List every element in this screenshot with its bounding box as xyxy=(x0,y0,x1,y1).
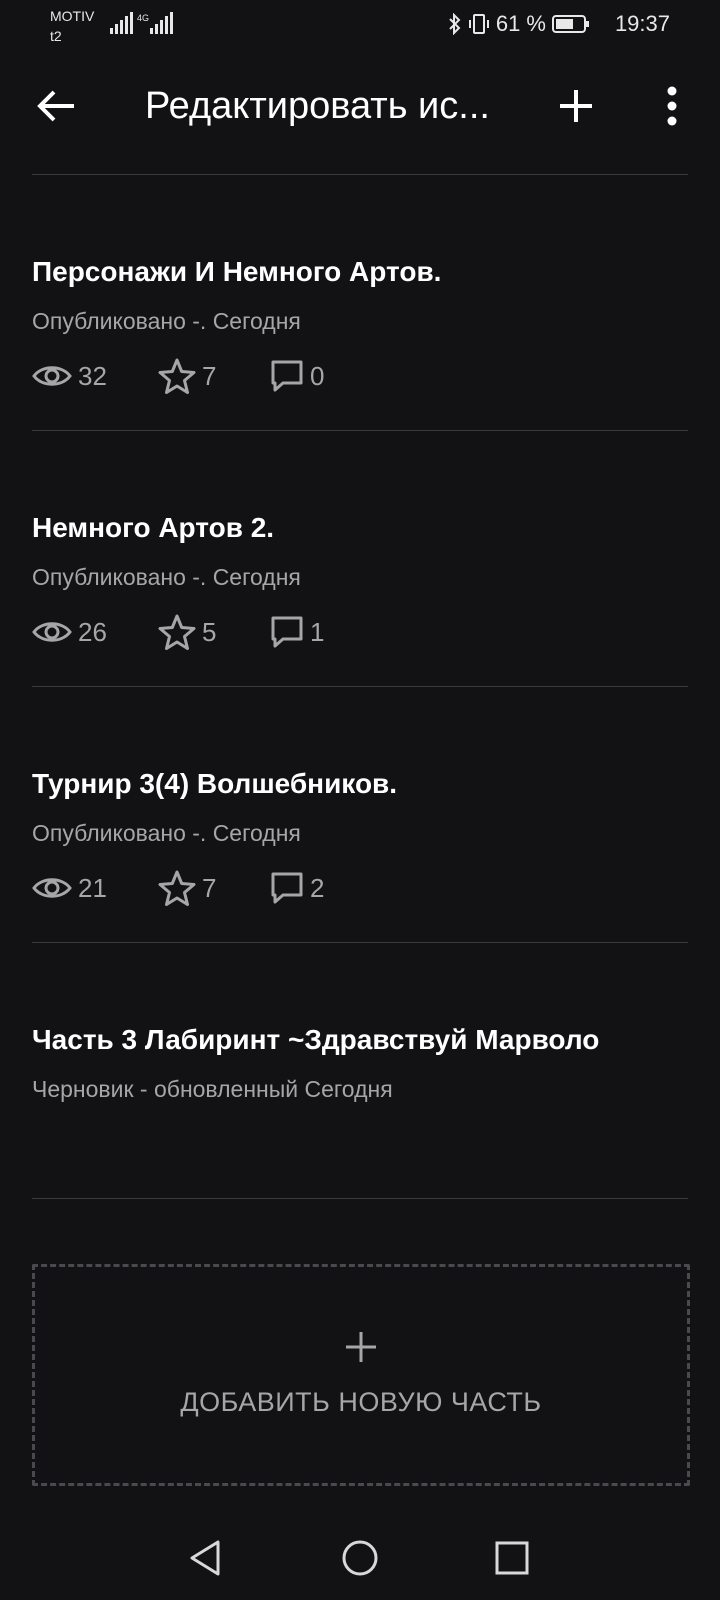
views-stat: 32 xyxy=(32,356,107,396)
part-item[interactable]: Персонажи И Немного Артов. Опубликовано … xyxy=(32,254,688,396)
star-icon xyxy=(158,358,196,394)
part-item[interactable]: Турнир 3(4) Волшебников. Опубликовано -.… xyxy=(32,766,688,908)
part-status: Опубликовано -. Сегодня xyxy=(32,564,301,590)
triangle-back-icon[interactable] xyxy=(182,1534,230,1582)
signal-icon: 4G xyxy=(110,12,173,34)
comments-stat: 1 xyxy=(270,612,324,652)
part-stats: 26 5 1 xyxy=(32,612,688,652)
comments-count: 1 xyxy=(310,616,325,647)
part-item[interactable]: Немного Артов 2. Опубликовано -. Сегодня… xyxy=(32,510,688,652)
divider xyxy=(32,174,688,175)
bluetooth-icon xyxy=(449,13,461,35)
comment-icon xyxy=(271,360,303,392)
comments-stat: 2 xyxy=(270,868,324,908)
circle-home-icon[interactable] xyxy=(336,1534,384,1582)
square-recents-icon[interactable] xyxy=(488,1534,536,1582)
part-stats: 32 7 0 xyxy=(32,356,688,396)
vibrate-icon xyxy=(468,14,489,34)
part-title: Турнир 3(4) Волшебников. xyxy=(32,768,398,799)
star-icon xyxy=(158,614,196,650)
arrow-back-icon[interactable] xyxy=(32,82,80,130)
carrier-name: MOTIV xyxy=(50,8,95,24)
votes-stat: 7 xyxy=(158,356,216,396)
part-stats: 21 7 2 xyxy=(32,868,688,908)
part-status: Опубликовано -. Сегодня xyxy=(32,820,301,846)
system-navigation-bar xyxy=(0,1520,720,1600)
status-bar: MOTIV t2 4G 61 % 19:37 xyxy=(0,0,720,48)
part-title: Часть 3 Лабиринт ~Здравствуй Марволо xyxy=(32,1024,600,1055)
toolbar: Редактировать ис... xyxy=(0,60,720,152)
eye-icon xyxy=(32,878,72,898)
eye-icon xyxy=(32,622,72,642)
views-count: 32 xyxy=(78,360,107,391)
more-vertical-icon[interactable] xyxy=(652,82,692,130)
comments-count: 0 xyxy=(310,360,325,391)
add-new-part-label: ДОБАВИТЬ НОВУЮ ЧАСТЬ xyxy=(180,1387,542,1417)
part-title: Персонажи И Немного Артов. xyxy=(32,256,442,287)
comment-icon xyxy=(271,616,303,648)
comments-count: 2 xyxy=(310,872,325,903)
status-icons: 61 % xyxy=(448,10,590,38)
votes-stat: 7 xyxy=(158,868,216,908)
views-stat: 26 xyxy=(32,612,107,652)
divider xyxy=(32,942,688,943)
part-status: Черновик - обновленный Сегодня xyxy=(32,1076,393,1102)
votes-count: 7 xyxy=(202,872,217,903)
views-count: 26 xyxy=(78,616,107,647)
part-title: Немного Артов 2. xyxy=(32,512,275,543)
divider xyxy=(32,430,688,431)
battery-icon xyxy=(552,15,589,33)
network-type: 4G xyxy=(137,13,149,23)
plus-icon xyxy=(346,1332,376,1362)
carrier-secondary: t2 xyxy=(50,28,62,44)
carrier-info: MOTIV t2 xyxy=(50,6,94,46)
votes-stat: 5 xyxy=(158,612,216,652)
divider xyxy=(32,686,688,687)
part-item[interactable]: Часть 3 Лабиринт ~Здравствуй Марволо Чер… xyxy=(32,1022,688,1104)
votes-count: 7 xyxy=(202,360,217,391)
add-new-part-button[interactable]: ДОБАВИТЬ НОВУЮ ЧАСТЬ xyxy=(32,1264,690,1486)
views-stat: 21 xyxy=(32,868,107,908)
plus-icon[interactable] xyxy=(552,82,600,130)
page-title: Редактировать ис... xyxy=(145,85,490,127)
part-status: Опубликовано -. Сегодня xyxy=(32,308,301,334)
votes-count: 5 xyxy=(202,616,217,647)
screen: MOTIV t2 4G 61 % 19:37 Редактировать ис.… xyxy=(0,0,720,1600)
divider xyxy=(32,1198,688,1199)
clock: 19:37 xyxy=(614,11,670,36)
comments-stat: 0 xyxy=(270,356,324,396)
views-count: 21 xyxy=(78,872,107,903)
star-icon xyxy=(158,870,196,906)
eye-icon xyxy=(32,366,72,386)
comment-icon xyxy=(271,872,303,904)
battery-percent: 61 % xyxy=(495,11,546,36)
